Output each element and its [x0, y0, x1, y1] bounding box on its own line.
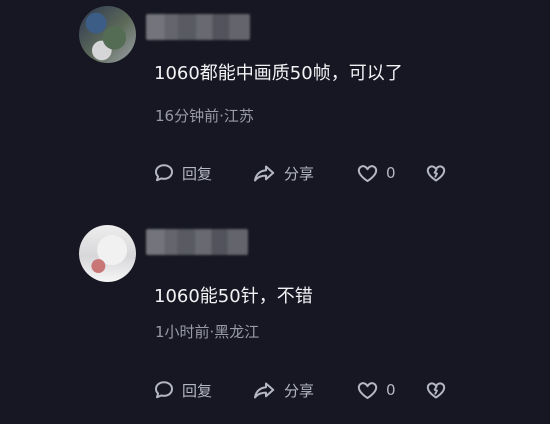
- reply-label: 回复: [182, 164, 213, 183]
- share-button[interactable]: 分享: [251, 375, 314, 405]
- comment-icon: [155, 381, 173, 399]
- comment-meta: 16分钟前·江苏: [155, 107, 254, 125]
- dislike-button[interactable]: [424, 158, 448, 188]
- share-arrow-icon: [254, 382, 275, 399]
- comment-text: 1060都能中画质50帧，可以了: [154, 63, 403, 84]
- like-button[interactable]: 0: [355, 375, 396, 405]
- like-count: 0: [386, 381, 396, 399]
- heart-icon: [357, 165, 378, 182]
- comment-meta: 1小时前·黑龙江: [155, 323, 260, 341]
- comment-icon: [155, 164, 173, 182]
- like-button[interactable]: 0: [355, 158, 396, 188]
- share-arrow-icon: [254, 165, 275, 182]
- comment-thread: 1060都能中画质50帧，可以了 16分钟前·江苏 回复 分享 0 1060能5…: [0, 0, 550, 424]
- avatar[interactable]: [79, 6, 136, 63]
- reply-label: 回复: [182, 381, 213, 400]
- share-button[interactable]: 分享: [251, 158, 314, 188]
- broken-heart-icon: [426, 165, 446, 182]
- broken-heart-icon: [426, 382, 446, 399]
- comment-actions: 回复 分享 0: [0, 158, 550, 188]
- share-label: 分享: [284, 381, 315, 400]
- blurred-username[interactable]: [146, 14, 250, 40]
- comment-text: 1060能50针，不错: [154, 286, 313, 307]
- avatar[interactable]: [79, 225, 136, 282]
- heart-icon: [357, 382, 378, 399]
- reply-button[interactable]: 回复: [152, 375, 212, 405]
- comment-actions: 回复 分享 0: [0, 375, 550, 405]
- dislike-button[interactable]: [424, 375, 448, 405]
- reply-button[interactable]: 回复: [152, 158, 212, 188]
- share-label: 分享: [284, 164, 315, 183]
- blurred-username[interactable]: [146, 229, 248, 255]
- like-count: 0: [386, 164, 396, 182]
